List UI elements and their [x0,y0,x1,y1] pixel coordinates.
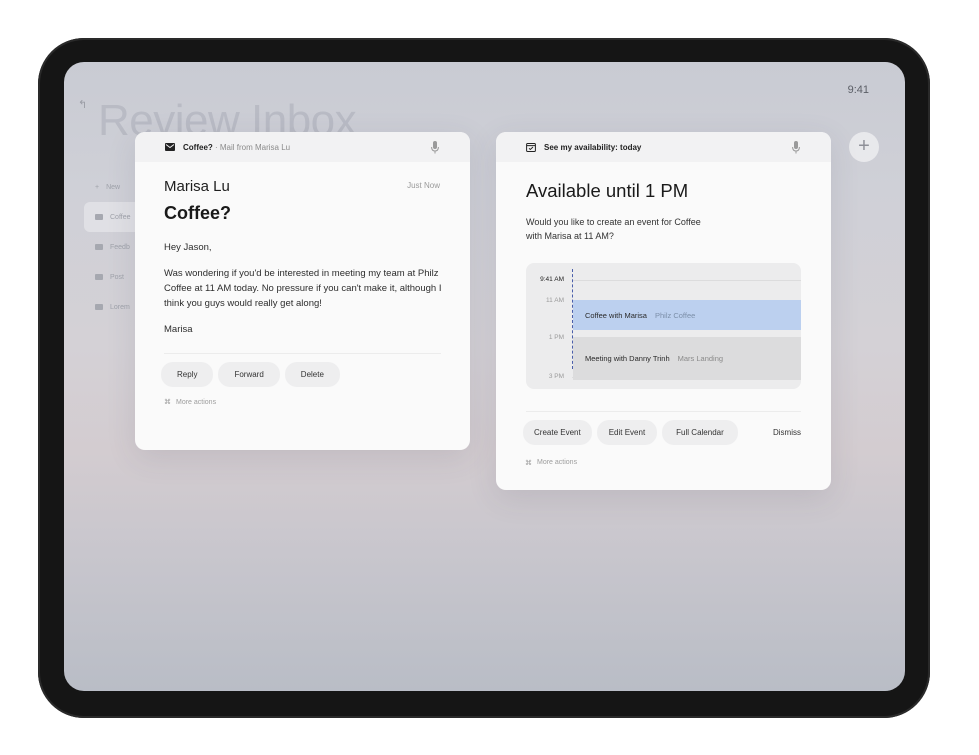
mail-icon [165,143,175,151]
time-label: 11 AM [546,297,564,304]
calendar-event[interactable]: Meeting with Danny Trinh Mars Landing [573,337,801,380]
forward-button[interactable]: Forward [218,362,280,387]
sidebar-item-label: Feedb [110,243,130,251]
availability-card-header: See my availability: today [496,132,831,162]
microphone-icon[interactable] [430,140,440,154]
reply-button[interactable]: Reply [161,362,214,387]
dismiss-button[interactable]: Dismiss [773,428,801,437]
time-label: 9:41 AM [540,276,564,283]
mail-header-title: Coffee? [183,142,213,152]
command-key-icon: ⌘ [525,460,532,467]
add-button[interactable]: + [849,132,879,162]
mail-icon [95,214,103,220]
sidebar-item-label: New [106,183,121,191]
microphone-icon[interactable] [791,140,801,154]
event-location: Philz Coffee [654,310,696,320]
mail-timestamp: Just Now [407,181,440,190]
calendar-event[interactable]: Coffee with Marisa Philz Coffee [573,300,801,330]
sidebar-item-label: Lorem [110,303,130,311]
mail-signoff: Marisa [164,324,193,335]
availability-header-title: See my availability: today [544,142,642,152]
event-location: Mars Landing [677,354,724,363]
mail-greeting: Hey Jason, [164,242,212,253]
calendar-preview: 9:41 AM 11 AM 1 PM 3 PM Coffee with Mari… [526,263,801,389]
event-title: Coffee with Marisa [585,310,647,320]
mail-message: Was wondering if you'd be interested in … [164,268,442,309]
availability-card: See my availability: today Available unt… [496,132,831,490]
mail-icon [95,304,103,310]
screen: 9:41 ↰ Review Inbox + New Coffee Feedb P… [64,62,905,691]
mail-card-header: Coffee? · Mail from Marisa Lu [135,132,470,162]
mail-actions: Reply Forward Delete [135,354,470,387]
event-title: Meeting with Danny Trinh [585,354,670,363]
mail-subject: Coffee? [164,203,231,223]
delete-button[interactable]: Delete [284,362,340,387]
mail-sender: Marisa Lu [164,178,230,195]
mail-icon [95,244,103,250]
return-arrow-icon[interactable]: ↰ [78,98,87,111]
more-actions-label: More actions [176,398,217,406]
mail-icon [95,274,103,280]
plus-icon: + [858,135,870,157]
sidebar-item-label: Coffee [110,213,131,221]
availability-actions: Create Event Edit Event Full Calendar Di… [496,412,831,445]
availability-question: Would you like to create an event for Co… [526,217,701,241]
full-calendar-button[interactable]: Full Calendar [662,420,738,445]
calendar-icon [526,143,536,152]
mail-card: Coffee? · Mail from Marisa Lu Marisa Lu … [135,132,470,450]
create-event-button[interactable]: Create Event [523,420,592,445]
sidebar-item-label: Post [110,273,125,281]
more-actions-link[interactable]: ⌘ More actions [496,445,831,467]
more-actions-label: More actions [537,459,578,466]
more-actions-link[interactable]: ⌘ More actions [135,387,470,407]
mail-header-sub: · Mail from Marisa Lu [212,142,291,152]
command-key-icon: ⌘ [164,399,171,406]
time-label: 3 PM [548,373,564,380]
time-label: 1 PM [548,334,564,341]
status-time: 9:41 [847,84,869,96]
edit-event-button[interactable]: Edit Event [596,420,658,445]
calendar-gridline [572,280,801,281]
availability-title: Available until 1 PM [526,180,689,201]
plus-icon: + [95,183,100,191]
